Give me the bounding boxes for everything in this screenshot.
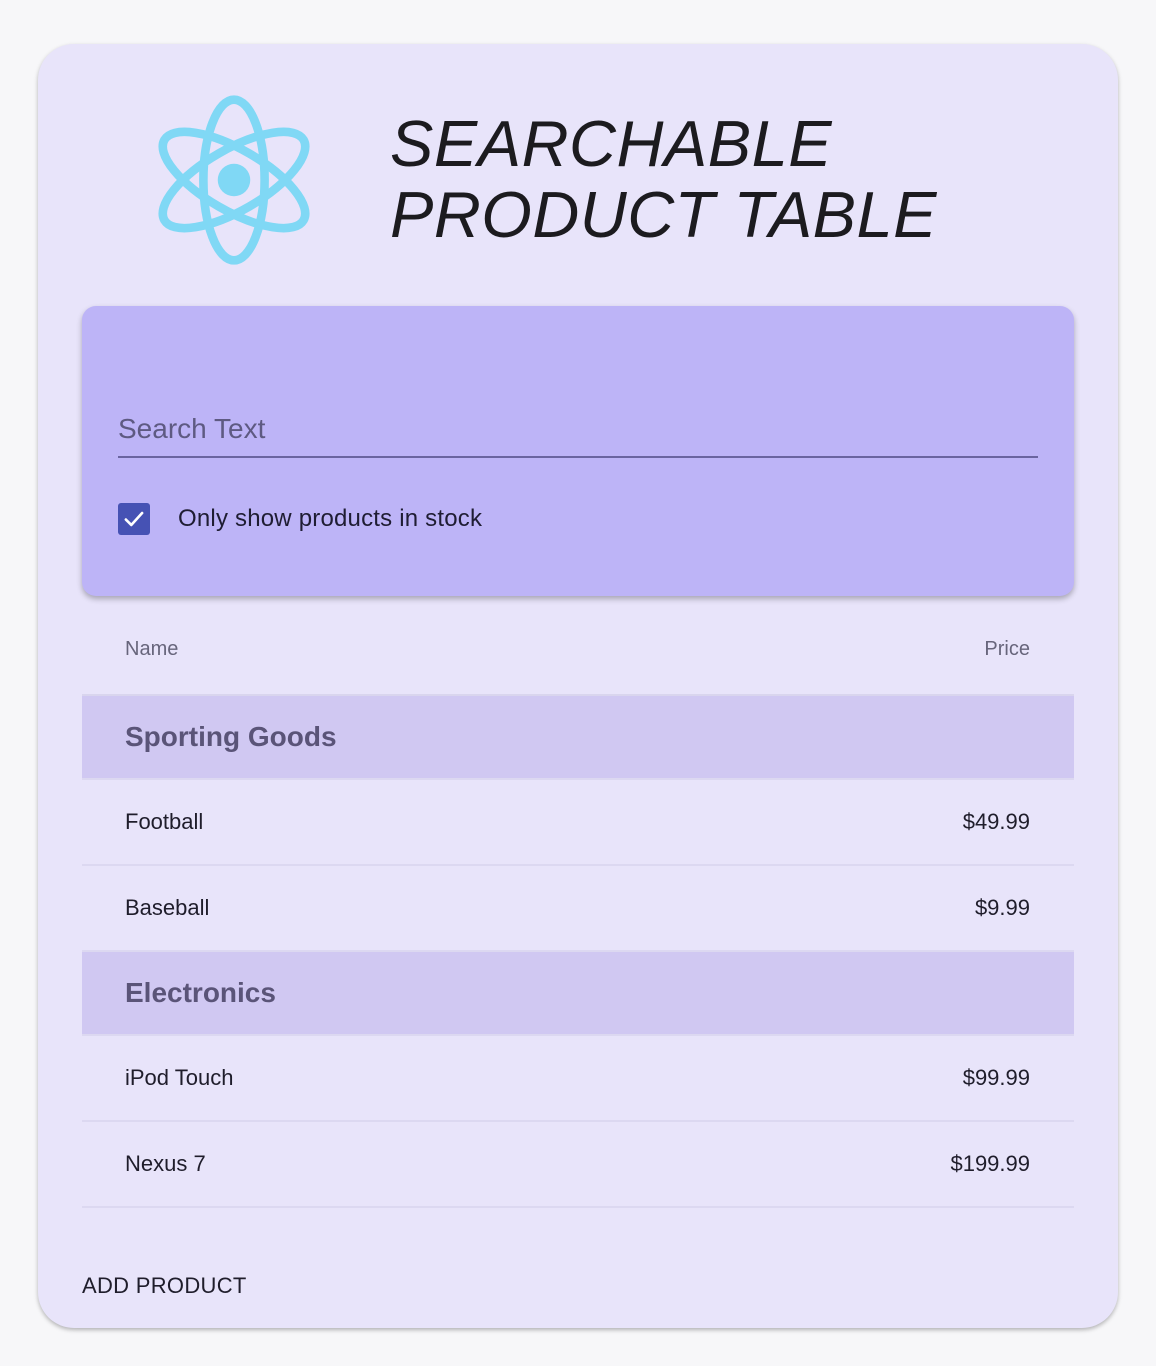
in-stock-label: Only show products in stock <box>178 505 483 532</box>
in-stock-checkbox[interactable] <box>118 503 150 535</box>
page-title-line-2: PRODUCT TABLE <box>390 178 938 251</box>
page-title: SEARCHABLE PRODUCT TABLE <box>390 108 937 250</box>
product-table: Name Price Sporting Goods Football $49.9… <box>82 604 1074 1208</box>
table-row: Football $49.99 <box>82 780 1074 866</box>
app-header: SEARCHABLE PRODUCT TABLE <box>38 44 1118 294</box>
product-price: $9.99 <box>974 895 1030 920</box>
product-name: iPod Touch <box>125 1065 234 1090</box>
table-header: Name Price <box>82 604 1074 696</box>
category-name: Electronics <box>125 977 276 1008</box>
product-name: Baseball <box>125 895 210 920</box>
app-card: SEARCHABLE PRODUCT TABLE Only show produ… <box>38 44 1118 1328</box>
product-name: Nexus 7 <box>125 1151 206 1176</box>
name-column-header: Name <box>125 637 179 660</box>
price-column-header: Price <box>984 637 1030 660</box>
page-title-line-1: SEARCHABLE <box>390 107 833 180</box>
table-row: Nexus 7 $199.99 <box>82 1122 1074 1208</box>
product-price: $199.99 <box>950 1151 1030 1176</box>
category-row-electronics: Electronics <box>82 952 1074 1036</box>
in-stock-filter[interactable]: Only show products in stock <box>118 499 482 539</box>
add-product-button[interactable]: ADD PRODUCT <box>82 1268 247 1304</box>
table-row: Baseball $9.99 <box>82 866 1074 952</box>
product-name: Football <box>125 809 204 834</box>
category-name: Sporting Goods <box>125 721 337 752</box>
product-price: $99.99 <box>962 1065 1030 1090</box>
checkmark-icon <box>124 511 144 527</box>
table-row: iPod Touch $99.99 <box>82 1036 1074 1122</box>
react-logo-icon <box>146 90 322 270</box>
search-filter-panel: Only show products in stock <box>82 306 1074 596</box>
product-price: $49.99 <box>962 809 1030 834</box>
search-input[interactable] <box>118 402 1038 458</box>
category-row-sporting-goods: Sporting Goods <box>82 696 1074 780</box>
